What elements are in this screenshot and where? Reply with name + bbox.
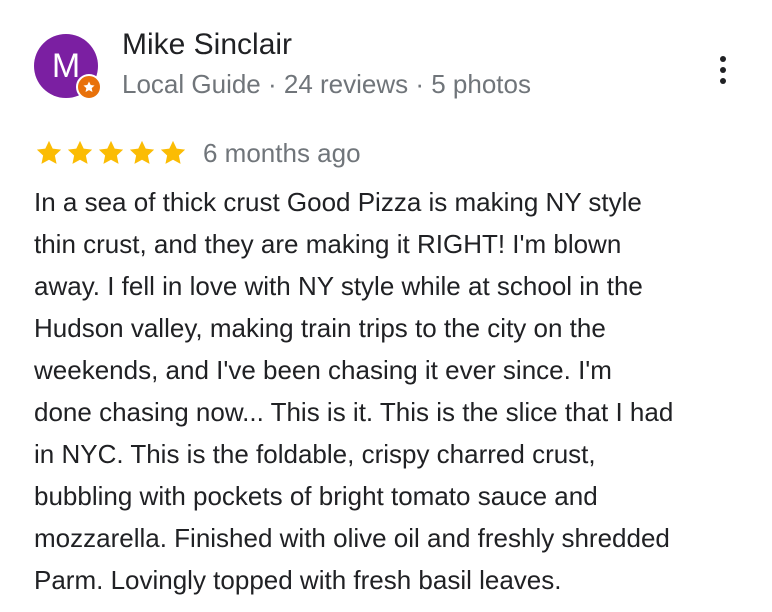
rating-row: 6 months ago [34,136,361,170]
star-icon [160,140,186,164]
review-text-line: away. I fell in love with NY style while… [34,271,643,301]
review-text-line: done chasing now... This is it. This is … [34,397,674,427]
reviewer-avatar-wrapper[interactable]: M [34,34,102,100]
review-text-line: Hudson valley, making train trips to the… [34,313,606,343]
avatar-initial: M [51,47,81,85]
local-guide-star-icon [83,81,95,93]
reviewer-name[interactable]: Mike Sinclair [122,28,292,62]
review-text-line: Parm. Lovingly topped with fresh basil l… [34,565,562,595]
review-text: In a sea of thick crust Good Pizza is ma… [34,181,754,601]
review-text-line: weekends, and I've been chasing it ever … [34,355,612,385]
star-icon [36,140,62,164]
review-card: M Mike Sinclair Local Guide · 24 reviews… [0,0,772,612]
star-icon [67,140,93,164]
review-date: 6 months ago [203,137,361,168]
star-icon [129,140,155,164]
review-text-line: thin crust, and they are making it RIGHT… [34,229,622,259]
more-vert-icon-dot [720,78,726,84]
star-icon [98,140,124,164]
star-rating [34,138,188,168]
review-text-line: in NYC. This is the foldable, crispy cha… [34,439,596,469]
review-text-line: In a sea of thick crust Good Pizza is ma… [34,187,642,217]
more-vert-icon-dot [720,67,726,73]
review-text-line: bubbling with pockets of bright tomato s… [34,481,598,511]
review-text-line: mozzarella. Finished with olive oil and … [34,523,670,553]
reviewer-meta[interactable]: Local Guide · 24 reviews · 5 photos [122,69,531,100]
more-options-button[interactable] [708,52,738,88]
local-guide-badge [76,74,102,100]
more-vert-icon [720,56,726,62]
